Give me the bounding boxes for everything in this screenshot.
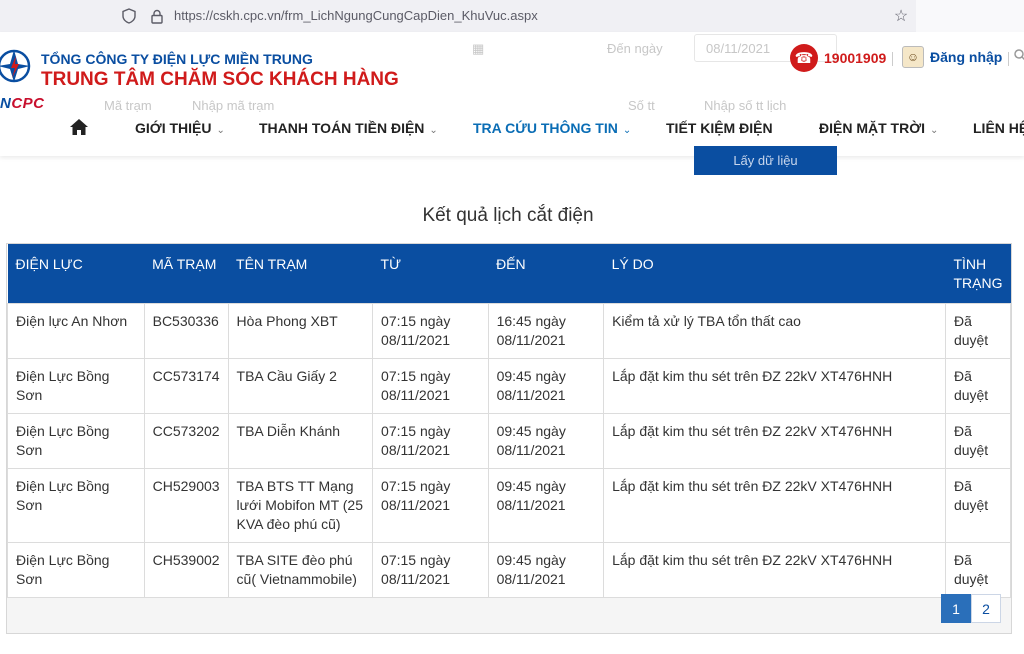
cell-ten-tram: TBA BTS TT Mạng lưới Mobifon MT (25 KVA …	[227, 468, 374, 543]
pagination: 1 2	[941, 594, 1001, 623]
cell-dien-luc: Điện Lực Bồng Sơn	[7, 358, 145, 414]
cell-ten-tram: Hòa Phong XBT	[227, 303, 374, 359]
nav-thanh-toan[interactable]: THANH TOÁN TIỀN ĐIỆN ⌄	[259, 120, 438, 136]
result-title: Kết quả lịch cắt điện	[422, 205, 594, 226]
ma-tram-placeholder: Nhập mã trạm	[192, 98, 275, 113]
cell-ly-do: Lắp đặt kim thu sét trên ĐZ 22kV XT476HN…	[603, 542, 946, 598]
cell-dien-luc: Điện lực An Nhơn	[7, 303, 145, 359]
cell-tinh-trang: Đã duyệt	[944, 468, 1012, 543]
col-ly-do: LÝ DO	[603, 244, 946, 304]
cpc-logo-icon[interactable]	[0, 46, 32, 92]
so-tt-placeholder: Nhập số tt lịch	[704, 98, 787, 113]
col-ten-tram: TÊN TRẠM	[228, 244, 373, 304]
logo-text: NCPC	[0, 95, 45, 112]
col-ma-tram: MÃ TRẠM	[144, 244, 229, 304]
chevron-down-icon: ⌄	[429, 125, 438, 136]
table-row: Điện lực An Nhơn BC530336 Hòa Phong XBT …	[7, 303, 1012, 359]
cell-den: 16:45 ngày 08/11/2021	[487, 303, 605, 359]
center-name: TRUNG TÂM CHĂM SÓC KHÁCH HÀNG	[41, 69, 399, 90]
chevron-down-icon: ⌄	[216, 125, 225, 136]
chevron-down-icon: ⌄	[622, 125, 632, 136]
cell-den: 09:45 ngày 08/11/2021	[487, 468, 605, 543]
cell-den: 09:45 ngày 08/11/2021	[487, 358, 605, 414]
browser-url-bar[interactable]: https://cskh.cpc.vn/frm_LichNgungCungCap…	[0, 0, 916, 32]
cell-tinh-trang: Đã duyệt	[944, 542, 1012, 598]
table-row: Điện Lực Bồng Sơn CH529003 TBA BTS TT Mạ…	[7, 468, 1012, 543]
site-header: NCPC TỔNG CÔNG TY ĐIỆN LỰC MIỀN TRUNG TR…	[0, 32, 1024, 156]
result-table-container: ĐIỆN LỰC MÃ TRẠM TÊN TRẠM TỪ ĐẾN LÝ DO T…	[6, 243, 1012, 634]
nav-tiet-kiem[interactable]: TIẾT KIỆM ĐIỆN	[666, 120, 773, 136]
cell-ma-tram: CC573202	[143, 413, 229, 469]
calendar-icon: ▦	[472, 41, 485, 56]
home-icon[interactable]	[69, 118, 89, 136]
lock-icon[interactable]	[148, 7, 166, 25]
cell-ly-do: Lắp đặt kim thu sét trên ĐZ 22kV XT476HN…	[603, 468, 946, 543]
cell-ten-tram: TBA SITE đèo phú cũ( Vietnammobile)	[227, 542, 374, 598]
table-header-row: ĐIỆN LỰC MÃ TRẠM TÊN TRẠM TỪ ĐẾN LÝ DO T…	[7, 244, 1011, 304]
cell-tinh-trang: Đã duyệt	[944, 303, 1012, 359]
login-label: Đăng nhập	[930, 49, 1003, 65]
den-ngay-value: 08/11/2021	[706, 41, 771, 56]
shield-icon[interactable]	[120, 7, 138, 25]
bookmark-star-icon[interactable]: ☆	[892, 7, 910, 25]
ma-tram-label: Mã trạm	[104, 98, 152, 113]
outage-table: ĐIỆN LỰC MÃ TRẠM TÊN TRẠM TỪ ĐẾN LÝ DO T…	[7, 244, 1012, 598]
divider	[892, 52, 893, 66]
cell-ly-do: Lắp đặt kim thu sét trên ĐZ 22kV XT476HN…	[603, 413, 946, 469]
search-icon[interactable]	[1014, 48, 1024, 64]
den-ngay-label: Đến ngày	[607, 41, 663, 56]
table-row: Điện Lực Bồng Sơn CH539002 TBA SITE đèo …	[7, 542, 1012, 598]
cell-ma-tram: CC573174	[143, 358, 229, 414]
cell-ma-tram: BC530336	[143, 303, 229, 359]
login-link[interactable]: ☺ Đăng nhập	[902, 46, 1002, 68]
cell-dien-luc: Điện Lực Bồng Sơn	[7, 542, 145, 598]
cell-ly-do: Kiểm tả xử lý TBA tổn thất cao	[603, 303, 946, 359]
table-row: Điện Lực Bồng Sơn CC573174 TBA Cầu Giấy …	[7, 358, 1012, 414]
cell-ten-tram: TBA Diễn Khánh	[227, 413, 374, 469]
cell-ma-tram: CH539002	[143, 542, 229, 598]
cell-tu: 07:15 ngày 08/11/2021	[372, 358, 489, 414]
cell-ly-do: Lắp đặt kim thu sét trên ĐZ 22kV XT476HN…	[603, 358, 946, 414]
col-dien-luc: ĐIỆN LỰC	[7, 244, 145, 304]
cell-dien-luc: Điện Lực Bồng Sơn	[7, 468, 145, 543]
col-tu: TỪ	[372, 244, 489, 304]
cell-den: 09:45 ngày 08/11/2021	[487, 542, 605, 598]
cell-tu: 07:15 ngày 08/11/2021	[372, 413, 489, 469]
cell-tu: 07:15 ngày 08/11/2021	[372, 303, 489, 359]
nav-dien-mat-troi[interactable]: ĐIỆN MẶT TRỜI ⌄	[819, 120, 938, 136]
cell-dien-luc: Điện Lực Bồng Sơn	[7, 413, 145, 469]
so-tt-label: Số tt	[628, 98, 655, 113]
company-name: TỔNG CÔNG TY ĐIỆN LỰC MIỀN TRUNG	[41, 51, 313, 67]
nav-tra-cuu[interactable]: TRA CỨU THÔNG TIN ⌄	[473, 120, 631, 136]
cell-den: 09:45 ngày 08/11/2021	[487, 413, 605, 469]
hotline-number: 19001909	[824, 50, 887, 66]
phone-icon: ☎	[790, 44, 818, 72]
cell-ma-tram: CH529003	[143, 468, 229, 543]
table-row: Điện Lực Bồng Sơn CC573202 TBA Diễn Khán…	[7, 413, 1012, 469]
cell-tinh-trang: Đã duyệt	[944, 413, 1012, 469]
chevron-down-icon: ⌄	[930, 125, 939, 136]
user-avatar-icon: ☺	[902, 46, 924, 68]
browser-toolbar-area	[916, 0, 1024, 32]
nav-lien-he[interactable]: LIÊN HỆ	[973, 120, 1024, 136]
col-den: ĐẾN	[488, 244, 604, 304]
col-tinh-trang: TÌNH TRẠNG	[945, 244, 1011, 304]
page-1-button[interactable]: 1	[941, 594, 971, 623]
get-data-button[interactable]: Lấy dữ liệu	[694, 146, 837, 175]
url-text[interactable]: https://cskh.cpc.vn/frm_LichNgungCungCap…	[174, 8, 538, 23]
divider	[1008, 52, 1009, 66]
main-nav: GIỚI THIỆU ⌄ THANH TOÁN TIỀN ĐIỆN ⌄ TRA CỨ…	[0, 118, 1024, 140]
cell-tu: 07:15 ngày 08/11/2021	[372, 468, 489, 543]
cell-tinh-trang: Đã duyệt	[944, 358, 1012, 414]
cell-ten-tram: TBA Cầu Giấy 2	[227, 358, 374, 414]
page-2-button[interactable]: 2	[971, 594, 1001, 623]
hotline[interactable]: ☎ 19001909	[790, 44, 886, 72]
cell-tu: 07:15 ngày 08/11/2021	[372, 542, 489, 598]
nav-gioi-thieu[interactable]: GIỚI THIỆU ⌄	[135, 120, 225, 136]
